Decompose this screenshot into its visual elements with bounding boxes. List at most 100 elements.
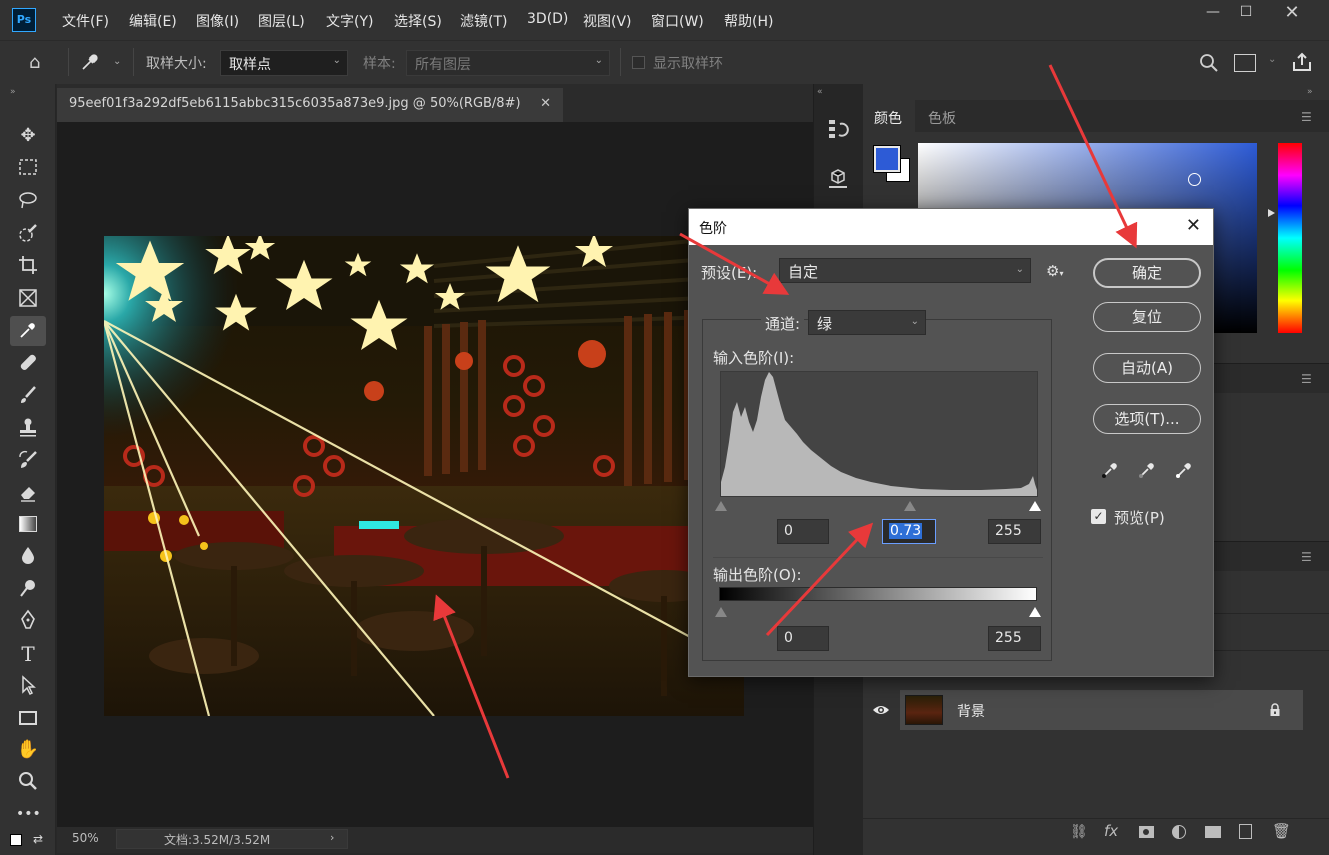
sample-select[interactable]: 所有图层 ⌄	[406, 50, 610, 76]
swap-colors-icon[interactable]: ⇄	[33, 832, 43, 846]
auto-button[interactable]: 自动(A)	[1093, 353, 1201, 383]
home-icon[interactable]: ⌂	[29, 52, 51, 74]
default-colors-icon[interactable]	[10, 834, 22, 846]
hand-tool-icon[interactable]: ✋	[16, 738, 40, 762]
input-black-slider[interactable]	[715, 501, 727, 511]
preset-select[interactable]: 自定 ⌄	[779, 258, 1031, 283]
menu-edit[interactable]: 编辑(E)	[129, 11, 177, 31]
menu-layer[interactable]: 图层(L)	[258, 11, 305, 31]
panel-menu-icon[interactable]: ☰	[1301, 110, 1312, 124]
gray-point-eyedropper-icon[interactable]	[1136, 459, 1158, 481]
document-tab[interactable]: 95eef01f3a292df5eb6115abbc315c6035a873e9…	[57, 88, 563, 122]
input-white-field[interactable]: 255	[988, 519, 1041, 544]
eyedropper-tool-icon[interactable]	[16, 319, 40, 343]
panel-menu-icon[interactable]: ☰	[1301, 372, 1312, 386]
white-point-eyedropper-icon[interactable]	[1173, 459, 1195, 481]
sample-size-select[interactable]: 取样点 ⌄	[220, 50, 348, 76]
tab-swatches[interactable]: 色板	[928, 108, 956, 128]
crop-tool-icon[interactable]	[16, 254, 40, 278]
menu-window[interactable]: 窗口(W)	[651, 11, 704, 31]
tool-preset-chevron-icon[interactable]: ⌄	[113, 56, 121, 67]
preset-options-gear-icon[interactable]: ⚙▾	[1046, 262, 1068, 280]
lasso-tool-icon[interactable]	[16, 189, 40, 213]
3d-panel-icon[interactable]	[826, 167, 850, 191]
foreground-color-swatch[interactable]	[873, 145, 901, 173]
output-black-slider[interactable]	[715, 607, 727, 617]
quick-selection-tool-icon[interactable]	[16, 222, 40, 246]
workspace-icon[interactable]	[1234, 54, 1256, 72]
pen-tool-icon[interactable]	[16, 609, 40, 633]
frame-tool-icon[interactable]	[16, 287, 40, 311]
menu-view[interactable]: 视图(V)	[583, 11, 632, 31]
document-image[interactable]	[104, 236, 744, 716]
share-icon[interactable]	[1290, 50, 1314, 74]
history-brush-tool-icon[interactable]	[16, 449, 40, 473]
menu-image[interactable]: 图像(I)	[196, 11, 239, 31]
input-black-field[interactable]: 0	[777, 519, 829, 544]
menu-type[interactable]: 文字(Y)	[326, 11, 373, 31]
zoom-tool-icon[interactable]	[16, 770, 40, 794]
brush-tool-icon[interactable]	[16, 384, 40, 408]
layer-name[interactable]: 背景	[957, 701, 985, 721]
channel-select[interactable]: 绿 ⌄	[808, 310, 926, 335]
history-panel-icon[interactable]	[826, 117, 850, 141]
adjustment-layer-icon[interactable]	[1172, 825, 1186, 839]
hue-slider[interactable]	[1278, 143, 1302, 333]
menu-help[interactable]: 帮助(H)	[724, 11, 773, 31]
close-tab-icon[interactable]: ✕	[540, 96, 551, 111]
zoom-level[interactable]: 50%	[72, 831, 99, 845]
close-window-icon[interactable]: ✕	[1275, 2, 1309, 23]
dodge-tool-icon[interactable]	[16, 577, 40, 601]
menu-file[interactable]: 文件(F)	[62, 11, 109, 31]
marquee-tool-icon[interactable]	[16, 156, 40, 180]
search-icon[interactable]	[1198, 52, 1220, 74]
new-group-icon[interactable]	[1205, 826, 1221, 838]
add-mask-icon[interactable]	[1139, 826, 1154, 838]
tab-color[interactable]: 颜色	[874, 108, 902, 128]
sample-label: 样本:	[363, 56, 396, 72]
path-selection-tool-icon[interactable]	[16, 674, 40, 698]
reset-button[interactable]: 复位	[1093, 302, 1201, 332]
hue-slider-handle[interactable]	[1268, 209, 1275, 217]
link-layers-icon[interactable]: ⛓	[1070, 824, 1088, 840]
clone-stamp-tool-icon[interactable]	[16, 416, 40, 440]
color-picker-handle[interactable]	[1188, 173, 1201, 186]
black-point-eyedropper-icon[interactable]	[1099, 459, 1121, 481]
input-white-slider[interactable]	[1029, 501, 1041, 511]
rectangle-tool-icon[interactable]	[16, 706, 40, 730]
fx-icon[interactable]: fx	[1104, 822, 1118, 840]
blur-tool-icon[interactable]	[16, 544, 40, 568]
chevron-right-icon[interactable]: ›	[330, 831, 334, 844]
more-tools-icon[interactable]: •••	[16, 802, 41, 826]
healing-brush-tool-icon[interactable]	[16, 351, 40, 375]
ok-button[interactable]: 确定	[1093, 258, 1201, 288]
delete-layer-icon[interactable]: 🗑	[1272, 822, 1291, 840]
workspace-chevron-icon[interactable]: ⌄	[1268, 54, 1276, 65]
collapse-toolbar-icon[interactable]: »	[10, 87, 16, 97]
new-layer-icon[interactable]	[1239, 824, 1252, 839]
close-icon[interactable]: ✕	[1186, 215, 1201, 236]
type-tool-icon[interactable]: T	[16, 642, 40, 666]
minimize-icon[interactable]: —	[1196, 4, 1230, 24]
input-gamma-slider[interactable]	[904, 501, 916, 511]
move-tool-icon[interactable]: ✥	[16, 124, 40, 148]
menu-select[interactable]: 选择(S)	[394, 11, 442, 31]
menu-3d[interactable]: 3D(D)	[527, 11, 568, 27]
preview-checkbox[interactable]: ✓	[1091, 509, 1106, 524]
panel-menu-icon[interactable]: ☰	[1301, 550, 1312, 564]
gradient-tool-icon[interactable]	[16, 512, 40, 536]
eraser-tool-icon[interactable]	[16, 481, 40, 505]
eyedropper-tool-icon[interactable]	[80, 52, 102, 74]
menu-filter[interactable]: 滤镜(T)	[460, 11, 507, 31]
preview-label[interactable]: 预览(P)	[1114, 507, 1165, 528]
input-gamma-field[interactable]: 0.73	[882, 519, 936, 544]
collapse-panels-icon[interactable]: »	[1307, 87, 1313, 97]
show-ring-checkbox[interactable]	[632, 56, 645, 69]
eye-icon[interactable]	[872, 703, 890, 717]
expand-panels-icon[interactable]: «	[817, 87, 823, 97]
output-white-field[interactable]: 255	[988, 626, 1041, 651]
options-button[interactable]: 选项(T)...	[1093, 404, 1201, 434]
output-white-slider[interactable]	[1029, 607, 1041, 617]
maximize-icon[interactable]: ☐	[1229, 4, 1263, 24]
output-black-field[interactable]: 0	[777, 626, 829, 651]
